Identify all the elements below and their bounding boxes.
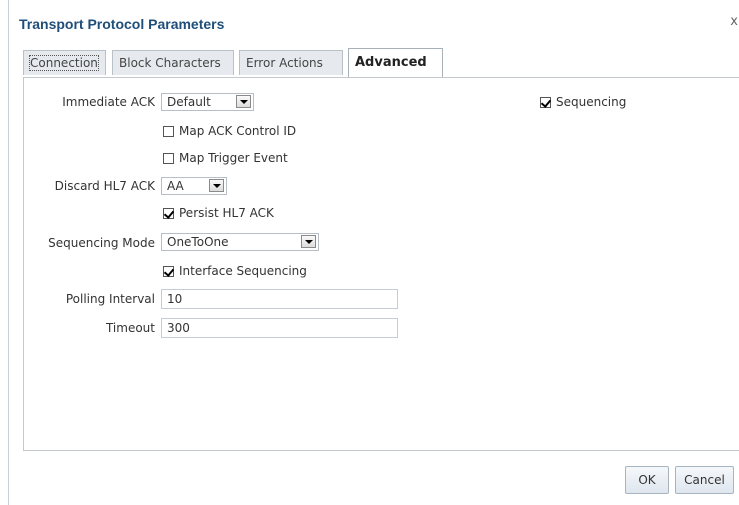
persist-hl7-ack-checkbox[interactable] [163, 208, 174, 219]
chevron-down-icon[interactable] [236, 95, 251, 108]
timeout-field[interactable]: 300 [161, 318, 398, 338]
tab-block-characters[interactable]: Block Characters [112, 50, 234, 75]
discard-hl7-ack-value: AA [167, 179, 184, 193]
sequencing-mode-label: Sequencing Mode [48, 236, 155, 250]
tab-label: Connection [29, 55, 99, 71]
tab-error-actions[interactable]: Error Actions [239, 50, 343, 75]
tab-label: Block Characters [119, 56, 221, 70]
interface-sequencing-row[interactable]: Interface Sequencing [163, 264, 307, 278]
polling-interval-field[interactable]: 10 [161, 289, 398, 309]
sequencing-checkbox[interactable] [540, 97, 551, 108]
persist-hl7-ack-row[interactable]: Persist HL7 ACK [163, 206, 274, 220]
chevron-down-icon[interactable] [209, 179, 224, 192]
tab-advanced[interactable]: Advanced [348, 48, 443, 77]
sequencing-mode-value: OneToOne [167, 235, 229, 249]
advanced-panel [23, 77, 739, 451]
map-trigger-event-row[interactable]: Map Trigger Event [163, 151, 288, 165]
immediate-ack-select[interactable]: Default [161, 93, 254, 111]
map-trigger-event-checkbox[interactable] [163, 153, 174, 164]
dialog: Transport Protocol Parameters x Connecti… [8, 0, 739, 505]
tab-label: Error Actions [246, 56, 323, 70]
interface-sequencing-label: Interface Sequencing [179, 264, 307, 278]
map-ack-control-id-row[interactable]: Map ACK Control ID [163, 124, 296, 138]
interface-sequencing-checkbox[interactable] [163, 266, 174, 277]
immediate-ack-value: Default [167, 95, 211, 109]
sequencing-label: Sequencing [556, 95, 627, 109]
map-ack-control-id-label: Map ACK Control ID [179, 124, 297, 138]
chevron-down-icon[interactable] [301, 235, 316, 248]
discard-hl7-ack-select[interactable]: AA [161, 177, 227, 195]
persist-hl7-ack-label: Persist HL7 ACK [179, 206, 274, 220]
close-icon[interactable]: x [730, 14, 738, 29]
discard-hl7-ack-label: Discard HL7 ACK [54, 179, 155, 193]
map-trigger-event-label: Map Trigger Event [179, 151, 288, 165]
timeout-label: Timeout [105, 321, 155, 335]
tab-connection[interactable]: Connection [23, 50, 106, 75]
ok-button[interactable]: OK [625, 466, 669, 494]
map-ack-control-id-checkbox[interactable] [163, 126, 174, 137]
tab-label: Advanced [355, 55, 427, 70]
sequencing-mode-select[interactable]: OneToOne [161, 233, 319, 251]
polling-interval-label: Polling Interval [65, 292, 155, 306]
immediate-ack-label: Immediate ACK [62, 95, 155, 109]
sequencing-row[interactable]: Sequencing [540, 95, 626, 109]
cancel-button[interactable]: Cancel [675, 466, 734, 494]
dialog-title: Transport Protocol Parameters [19, 16, 225, 32]
